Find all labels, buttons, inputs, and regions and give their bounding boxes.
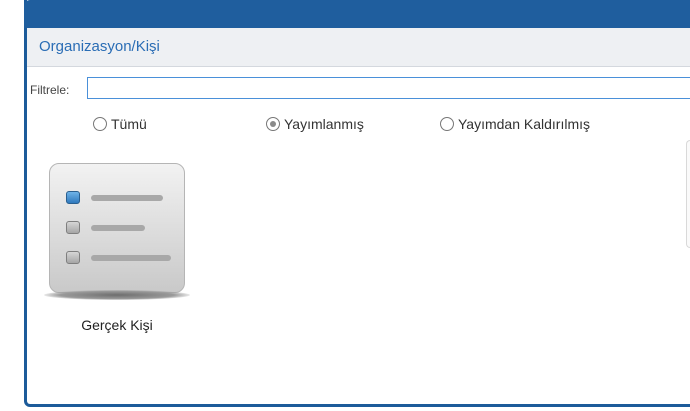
radio-all-label[interactable]: Tümü [111,116,147,132]
tile-real-person[interactable]: Gerçek Kişi [44,160,190,340]
panel-header: Organizasyon/Kişi [27,28,690,67]
tile-label[interactable]: Gerçek Kişi [44,317,190,333]
panel-title: Organizasyon/Kişi [39,38,160,55]
tile-shadow [44,290,190,300]
filter-input[interactable] [87,77,690,99]
radio-published-circle[interactable] [266,117,280,131]
organization-person-window: Organizasyon/Kişi Filtrele: Tümü Yayımla… [24,0,690,407]
side-panel-edge [686,140,690,248]
filter-label: Filtrele: [30,83,70,97]
radio-unpublished[interactable]: Yayımdan Kaldırılmış [440,116,590,132]
checkbox-checked-icon [66,191,80,204]
radio-all[interactable]: Tümü [93,116,147,132]
status-radio-group: Tümü Yayımlanmış Yayımdan Kaldırılmış [27,116,690,136]
checkbox-unchecked-icon [66,221,80,234]
checklist-icon[interactable] [49,163,185,293]
radio-published[interactable]: Yayımlanmış [266,116,364,132]
radio-unpublished-label[interactable]: Yayımdan Kaldırılmış [458,116,590,132]
radio-published-label[interactable]: Yayımlanmış [284,116,364,132]
checkbox-unchecked-icon [66,251,80,264]
radio-unpublished-circle[interactable] [440,117,454,131]
radio-all-circle[interactable] [93,117,107,131]
list-line [91,195,163,201]
window-titlebar [24,0,690,28]
list-line [91,255,171,261]
filter-row: Filtrele: [27,77,690,101]
list-line [91,225,145,231]
